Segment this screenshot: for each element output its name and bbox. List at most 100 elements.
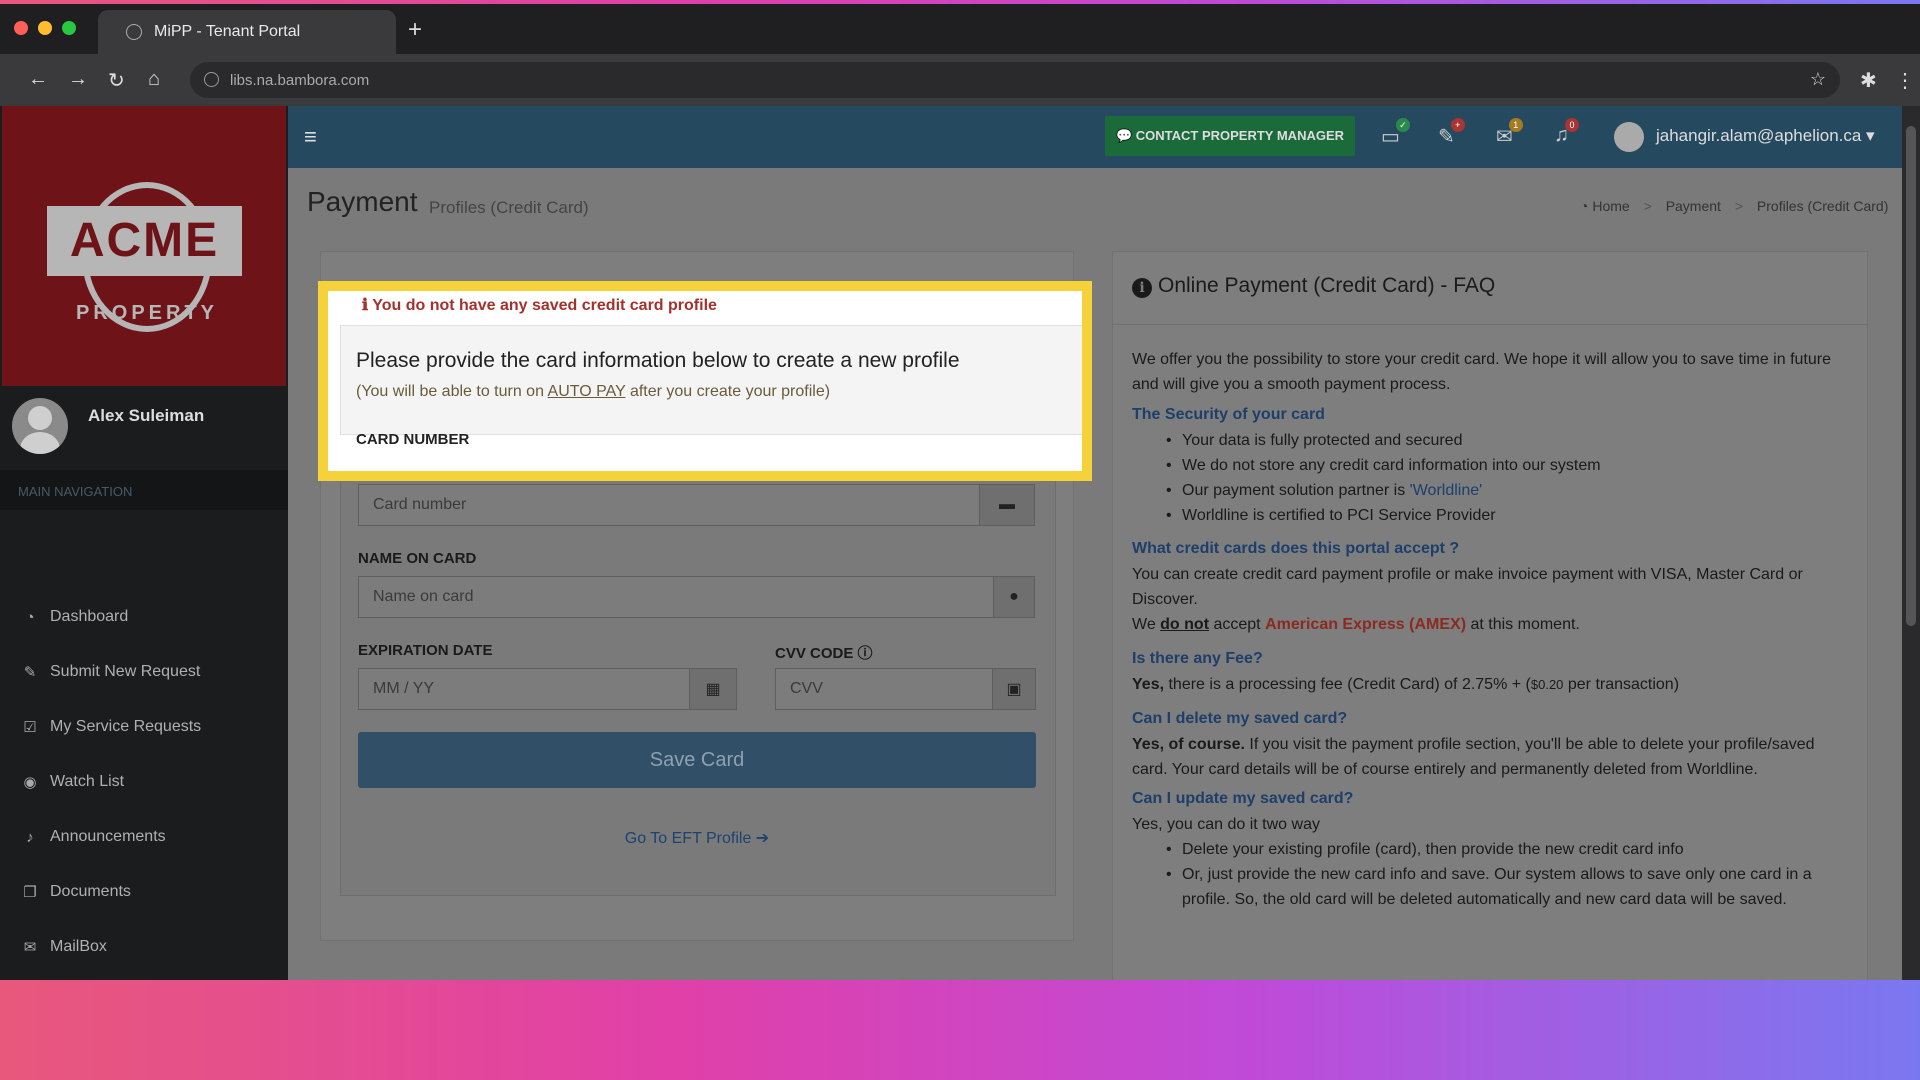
envelope-icon[interactable]: ✉ 1 <box>1496 118 1523 149</box>
no-profile-alert: ℹ You do not have any saved credit card … <box>362 297 717 314</box>
address-bar[interactable]: libs.na.bambora.com ☆ <box>190 62 1840 98</box>
sidebar-item-dashboard[interactable]: ◔ Dashboard <box>0 591 288 643</box>
page-scrollbar[interactable] <box>1902 106 1920 980</box>
auto-pay-link[interactable]: AUTO PAY <box>548 383 626 400</box>
save-card-button[interactable]: Save Card <box>358 732 1036 788</box>
expiration-date-label: EXPIRATION DATE <box>358 642 493 659</box>
avatar <box>12 398 68 454</box>
faq-update-heading: Can I update my saved card? <box>1132 790 1354 807</box>
cvv-input[interactable]: CVV <box>775 668 993 710</box>
notifications-badge: 0 <box>1565 118 1579 132</box>
acme-logo[interactable]: ACME PROPERTY <box>2 106 286 386</box>
web-page: ACME PROPERTY Alex Suleiman MAIN NAVIGAT… <box>0 106 1920 980</box>
user-name: Alex Suleiman <box>88 406 205 425</box>
sidebar-item-label: Announcements <box>50 828 166 845</box>
bookmark-star-icon[interactable]: ☆ <box>1810 69 1826 90</box>
home-icon[interactable]: ⌂ <box>148 68 160 91</box>
browser-menu-icon[interactable]: ⋮ <box>1895 68 1915 93</box>
sidebar-item-documents[interactable]: ❐ Documents <box>0 866 288 918</box>
bell-icon: ♪ <box>26 828 34 846</box>
user-icon: ● <box>993 576 1035 618</box>
checklist-icon: ☑ <box>23 719 37 736</box>
faq-fee-text: Yes, there is a processing fee (Credit C… <box>1132 676 1680 693</box>
breadcrumb-home[interactable]: Home <box>1592 198 1629 214</box>
wrench-icon[interactable]: ✎ + <box>1438 118 1465 149</box>
faq-cards-text: You can create credit card payment profi… <box>1132 566 1803 608</box>
browser-window: MiPP - Tenant Portal + ← → ↻ ⌂ libs.na.b… <box>0 4 1920 980</box>
page-title: Payment <box>307 186 418 217</box>
payment-badge: ✓ <box>1395 118 1410 132</box>
browser-tab[interactable]: MiPP - Tenant Portal <box>98 10 396 54</box>
forward-icon[interactable]: → <box>68 68 88 91</box>
faq-security-item: Our payment solution partner is 'Worldli… <box>1166 478 1832 503</box>
dashboard-icon: ◔ <box>25 608 35 626</box>
sidebar-item-submit-new-request[interactable]: ✎ Submit New Request <box>0 646 288 698</box>
card-number-label: CARD NUMBER <box>356 431 470 448</box>
breadcrumb-separator: > <box>1734 198 1744 214</box>
mail-badge: 1 <box>1508 118 1523 132</box>
contact-property-manager-button[interactable]: 💬 CONTACT PROPERTY MANAGER <box>1105 116 1355 156</box>
tab-title: MiPP - Tenant Portal <box>154 23 301 40</box>
sidebar-item-my-service-requests[interactable]: ☑ My Service Requests <box>0 701 288 753</box>
dashboard-icon: ◔ <box>1580 198 1593 214</box>
site-info-icon[interactable] <box>204 72 219 87</box>
expiration-date-input[interactable]: MM / YY <box>358 668 690 710</box>
sidebar-item-label: MailBox <box>50 938 107 955</box>
wrench-icon: ✎ <box>23 664 37 681</box>
globe-icon <box>126 24 142 40</box>
sidebar-item-label: Submit New Request <box>50 663 201 680</box>
tab-bar: MiPP - Tenant Portal + <box>0 4 1920 54</box>
extensions-icon[interactable]: ✱ <box>1860 68 1877 93</box>
hamburger-menu-icon[interactable]: ≡ <box>304 124 317 150</box>
close-window-button[interactable] <box>14 21 28 35</box>
sidebar-item-label: Watch List <box>50 773 125 790</box>
faq-security-item: Your data is fully protected and secured <box>1166 428 1832 453</box>
sidebar-item-announcements[interactable]: ♪ Announcements <box>0 811 288 863</box>
info-icon[interactable]: ⓘ <box>858 645 873 662</box>
eft-profile-link[interactable]: Go To EFT Profile ➔ <box>358 828 1036 848</box>
sidebar-item-label: Documents <box>50 883 131 900</box>
requests-badge: + <box>1450 118 1465 132</box>
alert-info-icon: ℹ <box>362 297 369 314</box>
faq-delete-heading: Can I delete my saved card? <box>1132 710 1348 727</box>
worldline-link[interactable]: 'Worldline' <box>1410 482 1483 499</box>
breadcrumb-current: Profiles (Credit Card) <box>1756 198 1889 214</box>
new-tab-button[interactable]: + <box>408 16 422 44</box>
user-menu[interactable]: jahangir.alam@aphelion.ca ▾ <box>1656 126 1875 146</box>
name-on-card-label: NAME ON CARD <box>358 550 477 567</box>
breadcrumb-payment[interactable]: Payment <box>1666 198 1721 214</box>
logo-text: ACME <box>47 206 242 276</box>
calendar-icon[interactable]: ▦ <box>689 668 737 710</box>
user-panel: Alex Suleiman <box>0 386 288 470</box>
eye-icon: ◉ <box>23 774 37 791</box>
credit-card-icon: ▬ <box>979 484 1035 526</box>
sidebar-item-mailbox[interactable]: ✉ MailBox <box>0 921 288 973</box>
breadcrumb-separator: > <box>1643 198 1652 214</box>
name-on-card-input[interactable]: Name on card <box>358 576 994 618</box>
reload-icon[interactable]: ↻ <box>108 68 125 93</box>
sidebar-item-shared-info[interactable]: ℹShared Info <box>0 976 288 980</box>
form-header-panel <box>340 325 1082 435</box>
back-icon[interactable]: ← <box>28 68 48 91</box>
faq-security-item: We do not store any credit card informat… <box>1166 453 1832 478</box>
faq-intro: We offer you the possibility to store yo… <box>1132 351 1831 393</box>
card-number-input[interactable]: Card number <box>358 484 980 526</box>
maximize-window-button[interactable] <box>62 21 76 35</box>
logo-subtext: PROPERTY <box>75 302 219 324</box>
breadcrumb: ◔ Home > Payment > Profiles (Credit Card… <box>1580 198 1888 214</box>
bell-icon[interactable]: ♫ 0 <box>1554 118 1579 147</box>
user-avatar[interactable] <box>1614 122 1644 152</box>
sidebar: ACME PROPERTY Alex Suleiman MAIN NAVIGAT… <box>0 106 288 980</box>
sidebar-item-watch-list[interactable]: ◉ Watch List <box>0 756 288 808</box>
minimize-window-button[interactable] <box>38 21 52 35</box>
faq-title: i Online Payment (Credit Card) - FAQ <box>1132 274 1495 298</box>
faq-security-item: Worldline is certified to PCI Service Pr… <box>1166 503 1832 528</box>
faq-delete-text: Yes, of course. If you visit the payment… <box>1132 736 1815 778</box>
scrollbar-thumb[interactable] <box>1906 126 1916 626</box>
faq-security-heading: The Security of your card <box>1132 406 1325 423</box>
faq-update-item: Or, just provide the new card info and s… <box>1166 862 1832 912</box>
faq-amex-note: We do not accept American Express (AMEX)… <box>1132 616 1580 633</box>
form-heading: Please provide the card information belo… <box>356 349 960 372</box>
payment-card-icon[interactable]: ▭ ✓ <box>1381 118 1410 149</box>
sidebar-item-label: My Service Requests <box>50 718 202 735</box>
